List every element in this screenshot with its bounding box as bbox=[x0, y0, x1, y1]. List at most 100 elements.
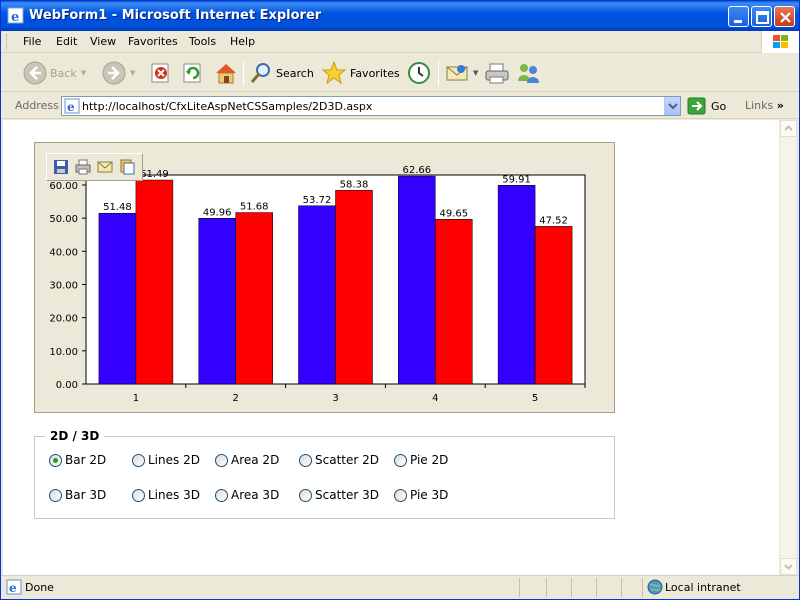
bar bbox=[435, 219, 473, 385]
radio-pie-2d[interactable]: Pie 2D bbox=[394, 453, 448, 467]
address-dropdown-button[interactable] bbox=[664, 97, 680, 115]
radio-button[interactable] bbox=[215, 453, 228, 467]
menu-bar: File Edit View Favorites Tools Help bbox=[1, 31, 799, 53]
status-bar: e Done Local intranet bbox=[1, 575, 799, 599]
save-icon[interactable] bbox=[52, 158, 70, 176]
menu-edit[interactable]: Edit bbox=[56, 35, 77, 48]
group-legend: 2D / 3D bbox=[45, 429, 105, 443]
radio-label: Bar 3D bbox=[65, 488, 107, 502]
go-arrow-icon bbox=[687, 97, 706, 115]
email-icon[interactable] bbox=[96, 158, 114, 176]
menu-grip[interactable] bbox=[6, 34, 9, 50]
address-input[interactable]: e http://localhost/CfxLiteAspNetCSSample… bbox=[61, 96, 681, 116]
bar bbox=[198, 218, 236, 385]
messenger-button[interactable] bbox=[515, 59, 541, 87]
y-tick-label: 30.00 bbox=[49, 280, 78, 291]
radio-label: Pie 3D bbox=[410, 488, 449, 502]
menu-view[interactable]: View bbox=[90, 35, 116, 48]
radio-bar-2d[interactable]: Bar 2D bbox=[49, 453, 106, 467]
minimize-button[interactable] bbox=[728, 6, 749, 27]
y-tick-label: 50.00 bbox=[49, 214, 78, 225]
links-button[interactable]: Links » bbox=[745, 99, 784, 112]
favorites-button[interactable]: Favorites bbox=[321, 59, 400, 87]
print-icon[interactable] bbox=[74, 158, 92, 176]
bar bbox=[235, 212, 273, 385]
chevron-up-icon bbox=[784, 125, 793, 131]
page-content: 0.00 10.00 20.00 30.00 40.00 50.00 60.00 1 51.48… bbox=[3, 120, 779, 575]
radio-label: Area 2D bbox=[231, 453, 280, 467]
status-divider bbox=[546, 578, 547, 597]
radio-label: Scatter 3D bbox=[315, 488, 379, 502]
home-button[interactable] bbox=[213, 59, 239, 87]
status-divider bbox=[642, 578, 643, 597]
data-label: 49.65 bbox=[439, 208, 468, 219]
svg-text:e: e bbox=[9, 581, 17, 595]
maximize-icon bbox=[756, 11, 769, 24]
back-label: Back bbox=[50, 66, 77, 80]
y-tick-label: 60.00 bbox=[49, 181, 78, 192]
menu-file[interactable]: File bbox=[23, 35, 41, 48]
data-label: 51.48 bbox=[103, 202, 132, 213]
status-text: Done bbox=[25, 581, 54, 594]
mail-dropdown-icon[interactable]: ▼ bbox=[473, 69, 478, 77]
page-icon: e bbox=[64, 98, 80, 114]
home-icon bbox=[216, 64, 236, 84]
menu-favorites[interactable]: Favorites bbox=[128, 35, 178, 48]
browser-window: e WebForm1 - Microsoft Internet Explorer… bbox=[0, 0, 800, 600]
links-label: Links bbox=[745, 99, 774, 112]
mail-button[interactable]: ▼ bbox=[445, 59, 478, 87]
radio-button[interactable] bbox=[132, 488, 145, 502]
forward-dropdown-icon[interactable]: ▼ bbox=[130, 69, 135, 77]
radio-button[interactable] bbox=[215, 488, 228, 502]
bar bbox=[534, 226, 573, 385]
vertical-scrollbar[interactable] bbox=[779, 120, 797, 575]
copy-icon[interactable] bbox=[118, 158, 136, 176]
address-label: Address bbox=[15, 99, 59, 112]
minimize-icon bbox=[734, 20, 742, 23]
data-label: 61.49 bbox=[140, 169, 169, 180]
search-icon bbox=[250, 63, 270, 83]
print-button[interactable] bbox=[484, 59, 510, 87]
data-label: 58.38 bbox=[340, 179, 369, 190]
svg-text:e: e bbox=[67, 100, 75, 114]
menu-tools[interactable]: Tools bbox=[189, 35, 216, 48]
radio-area-2d[interactable]: Area 2D bbox=[215, 453, 279, 467]
go-button[interactable]: Go bbox=[687, 97, 726, 115]
x-tick-label: 4 bbox=[432, 393, 438, 404]
maximize-button[interactable] bbox=[751, 6, 772, 27]
radio-area-3d[interactable]: Area 3D bbox=[215, 488, 279, 502]
data-label: 51.68 bbox=[240, 202, 269, 213]
favorites-star-icon bbox=[321, 60, 347, 85]
radio-bar-3d[interactable]: Bar 3D bbox=[49, 488, 106, 502]
radio-button[interactable] bbox=[394, 453, 407, 467]
back-dropdown-icon[interactable]: ▼ bbox=[81, 69, 86, 77]
go-label: Go bbox=[711, 99, 727, 113]
radio-lines-2d[interactable]: Lines 2D bbox=[132, 453, 200, 467]
radio-button[interactable] bbox=[394, 488, 407, 502]
refresh-button[interactable] bbox=[182, 59, 204, 87]
radio-label: Scatter 2D bbox=[315, 453, 379, 467]
chevron-down-icon bbox=[784, 564, 793, 570]
menu-help[interactable]: Help bbox=[230, 35, 255, 48]
security-zone: Local intranet bbox=[665, 581, 741, 594]
forward-button[interactable]: ▼ bbox=[102, 59, 135, 87]
scroll-down-button[interactable] bbox=[780, 558, 797, 575]
history-button[interactable] bbox=[406, 59, 432, 87]
title-bar[interactable]: e WebForm1 - Microsoft Internet Explorer bbox=[1, 1, 799, 31]
close-button[interactable] bbox=[774, 6, 795, 27]
scroll-up-button[interactable] bbox=[780, 120, 797, 137]
search-button[interactable]: Search bbox=[249, 59, 314, 87]
radio-button[interactable] bbox=[299, 488, 312, 502]
radio-button[interactable] bbox=[49, 453, 62, 467]
radio-pie-3d[interactable]: Pie 3D bbox=[394, 488, 448, 502]
radio-scatter-3d[interactable]: Scatter 3D bbox=[299, 488, 379, 502]
radio-label: Lines 3D bbox=[148, 488, 200, 502]
radio-button[interactable] bbox=[299, 453, 312, 467]
back-button[interactable]: Back ▼ bbox=[23, 59, 86, 87]
radio-button[interactable] bbox=[49, 488, 62, 502]
radio-button[interactable] bbox=[132, 453, 145, 467]
data-label: 53.72 bbox=[303, 195, 332, 206]
radio-lines-3d[interactable]: Lines 3D bbox=[132, 488, 200, 502]
stop-button[interactable] bbox=[150, 59, 172, 87]
radio-scatter-2d[interactable]: Scatter 2D bbox=[299, 453, 379, 467]
